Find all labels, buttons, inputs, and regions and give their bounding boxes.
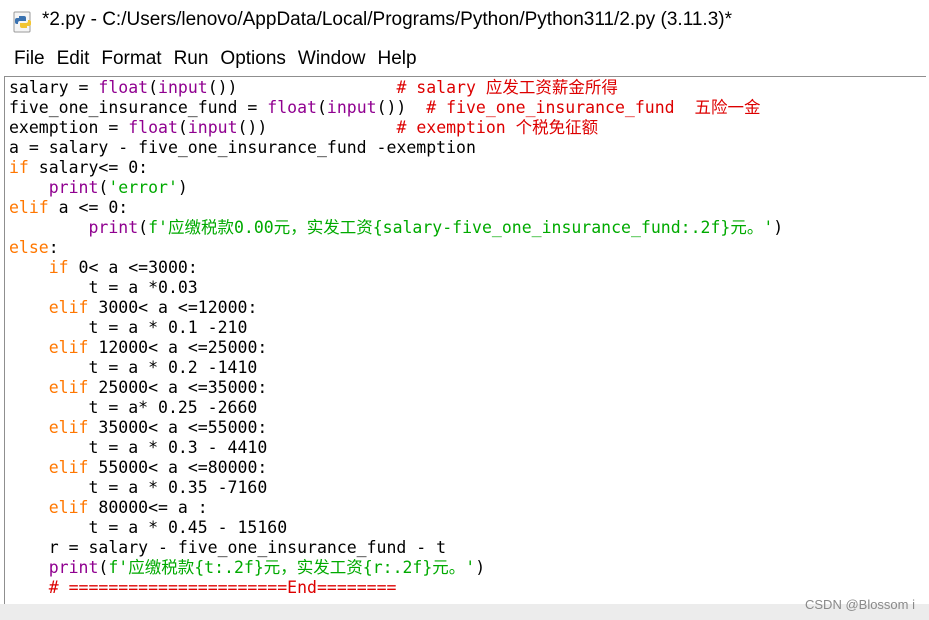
code-line[interactable]: elif 12000< a <=25000: [9,338,783,358]
menu-window[interactable]: Window [292,48,372,70]
code-line[interactable]: a = salary - five_one_insurance_fund -ex… [9,138,783,158]
menu-edit[interactable]: Edit [51,48,96,70]
code-text-area[interactable]: salary = float(input()) # salary 应发工资薪金所… [9,78,783,598]
menu-bar: File Edit Format Run Options Window Help [0,44,929,74]
code-line[interactable]: elif a <= 0: [9,198,783,218]
code-line[interactable]: t = a *0.03 [9,278,783,298]
window-title: *2.py - C:/Users/lenovo/AppData/Local/Pr… [42,9,732,30]
watermark: CSDN @Blossom i [805,597,915,612]
menu-format[interactable]: Format [95,48,167,70]
menu-file[interactable]: File [8,48,51,70]
menu-help[interactable]: Help [371,48,422,70]
code-line[interactable]: exemption = float(input()) # exemption 个… [9,118,783,138]
code-line[interactable]: t = a * 0.1 -210 [9,318,783,338]
code-line[interactable]: elif 55000< a <=80000: [9,458,783,478]
code-line[interactable]: print(f'应缴税款{t:.2f}元，实发工资{r:.2f}元。') [9,558,783,578]
code-line[interactable]: t = a * 0.35 -7160 [9,478,783,498]
code-line[interactable]: elif 25000< a <=35000: [9,378,783,398]
code-line[interactable]: t = a * 0.3 - 4410 [9,438,783,458]
code-line[interactable]: elif 35000< a <=55000: [9,418,783,438]
menu-run[interactable]: Run [168,48,215,70]
python-file-icon [13,11,31,33]
code-line[interactable]: else: [9,238,783,258]
code-line[interactable]: # ======================End======== [9,578,783,598]
title-bar: *2.py - C:/Users/lenovo/AppData/Local/Pr… [0,0,929,42]
code-line[interactable]: t = a * 0.2 -1410 [9,358,783,378]
code-line[interactable]: if salary<= 0: [9,158,783,178]
code-line[interactable]: print(f'应缴税款0.00元，实发工资{salary-five_one_i… [9,218,783,238]
code-line[interactable]: salary = float(input()) # salary 应发工资薪金所… [9,78,783,98]
code-line[interactable]: five_one_insurance_fund = float(input())… [9,98,783,118]
code-line[interactable]: t = a * 0.45 - 15160 [9,518,783,538]
menu-options[interactable]: Options [214,48,291,70]
code-line[interactable]: t = a* 0.25 -2660 [9,398,783,418]
code-line[interactable]: elif 3000< a <=12000: [9,298,783,318]
code-line[interactable]: r = salary - five_one_insurance_fund - t [9,538,783,558]
code-line[interactable]: if 0< a <=3000: [9,258,783,278]
code-line[interactable]: print('error') [9,178,783,198]
code-editor[interactable]: salary = float(input()) # salary 应发工资薪金所… [4,76,926,605]
code-line[interactable]: elif 80000<= a : [9,498,783,518]
horizontal-scrollbar-area[interactable] [0,604,929,620]
